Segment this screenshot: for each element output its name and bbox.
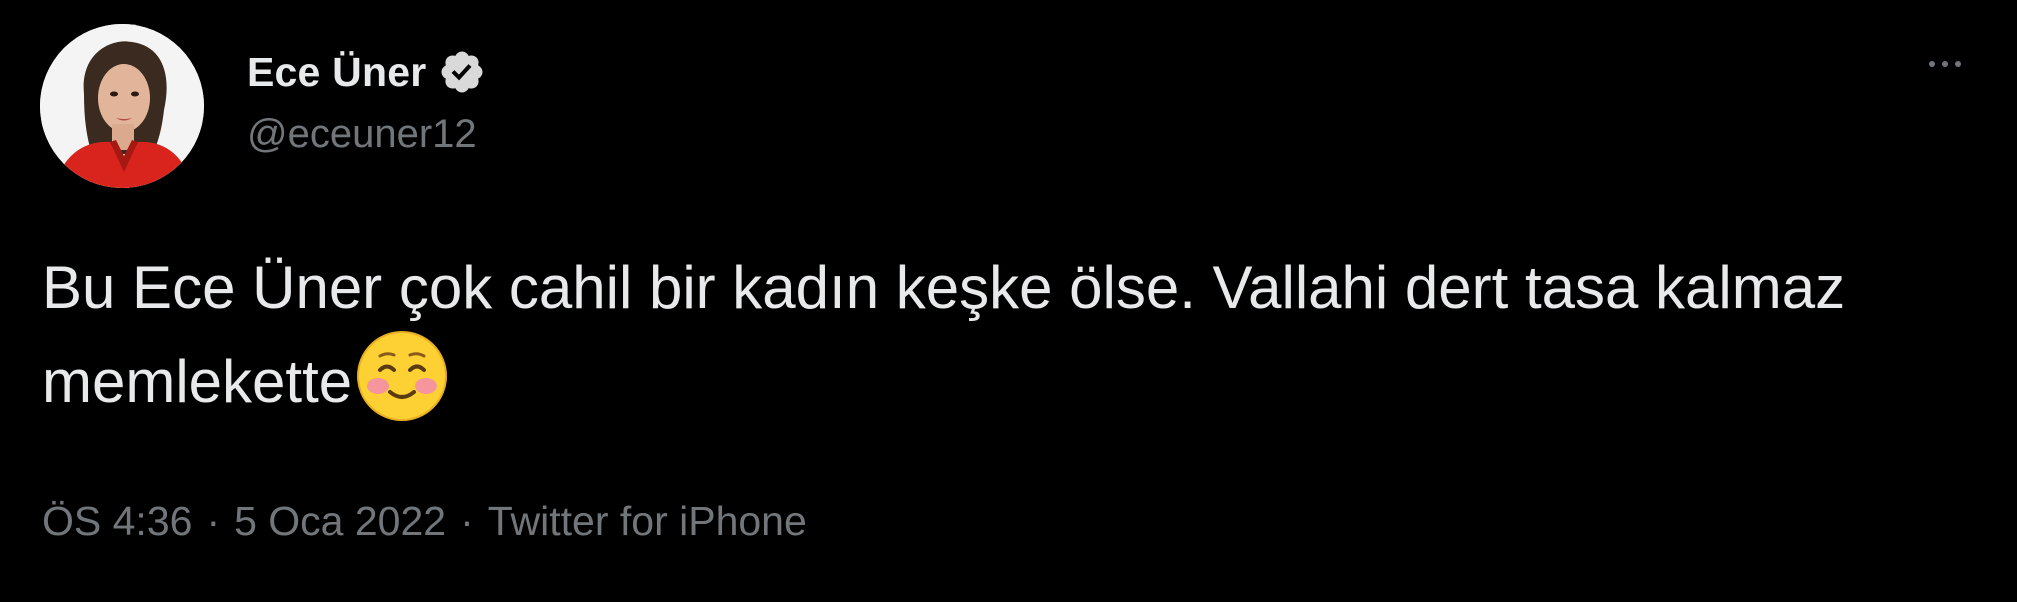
more-dot xyxy=(1942,61,1948,67)
more-dot xyxy=(1929,61,1935,67)
more-dot xyxy=(1955,61,1961,67)
avatar-photo xyxy=(40,24,204,188)
author-name-row: Ece Üner xyxy=(247,44,486,100)
tweet-time[interactable]: ÖS 4:36 xyxy=(42,498,192,545)
tweet-text: Bu Ece Üner çok cahil bir kadın keşke öl… xyxy=(42,254,1846,415)
author-handle[interactable]: @eceuner12 xyxy=(247,112,477,157)
author-display-name[interactable]: Ece Üner xyxy=(247,49,426,96)
tweet-date[interactable]: 5 Oca 2022 xyxy=(234,498,446,545)
meta-separator: · xyxy=(206,498,221,544)
meta-separator: · xyxy=(460,498,474,544)
more-options-icon[interactable] xyxy=(1910,44,1980,84)
tweet-card: Ece Üner @eceuner12 Bu Ece Üner çok cahi… xyxy=(0,0,2017,602)
verified-badge-icon xyxy=(438,48,486,96)
avatar[interactable] xyxy=(40,24,204,188)
smiling-face-with-blush-emoji-icon xyxy=(354,328,450,424)
tweet-body: Bu Ece Üner çok cahil bir kadın keşke öl… xyxy=(42,248,1982,424)
tweet-source[interactable]: Twitter for iPhone xyxy=(488,498,807,545)
tweet-meta: ÖS 4:36 · 5 Oca 2022 · Twitter for iPhon… xyxy=(42,498,807,545)
